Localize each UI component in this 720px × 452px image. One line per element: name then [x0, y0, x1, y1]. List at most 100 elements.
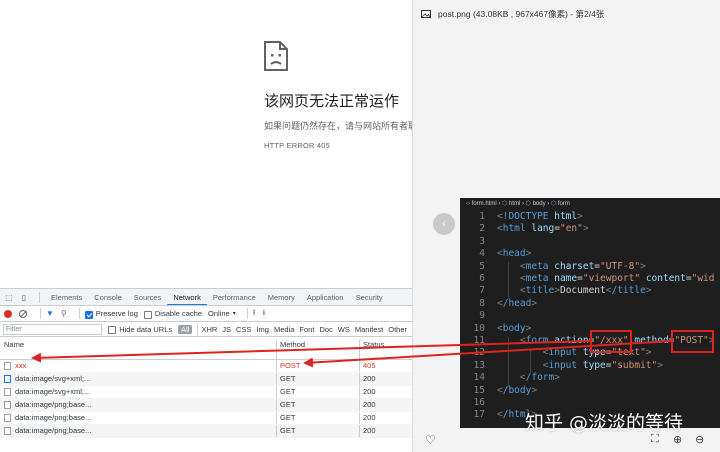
- request-name: data:image/png;base...: [15, 400, 92, 409]
- breadcrumb-html: html: [508, 201, 521, 207]
- filter-type-font[interactable]: Font: [299, 325, 314, 334]
- tab-sources[interactable]: Sources: [128, 289, 168, 305]
- code-text: <title>Document</title>: [519, 285, 652, 297]
- request-name: xxx: [15, 361, 27, 370]
- line-number: 16: [473, 397, 485, 408]
- export-har-icon[interactable]: ⭳: [263, 307, 266, 321]
- preserve-log-checkbox[interactable]: Preserve log: [84, 309, 138, 319]
- error-description: 如果问题仍然存在，请与网站所有者联系。: [264, 121, 412, 131]
- throttling-select[interactable]: Online ▾: [208, 309, 236, 318]
- breadcrumb-form: form: [557, 201, 570, 207]
- filter-icon[interactable]: ▼: [46, 309, 54, 318]
- code-line: 15 </body>: [460, 384, 538, 397]
- devtools-panel: ⬚ ▯ Elements Console Sources Network Per…: [0, 288, 412, 452]
- throttling-value: Online: [208, 309, 230, 318]
- chevron-down-icon: ▾: [232, 311, 236, 317]
- tab-console[interactable]: Console: [88, 289, 128, 305]
- request-status: 200: [363, 413, 376, 422]
- tab-security[interactable]: Security: [350, 289, 389, 305]
- tab-elements[interactable]: Elements: [45, 289, 88, 305]
- filter-input[interactable]: Filter: [3, 323, 103, 335]
- hide-data-urls-label: Hide data URLs: [119, 324, 173, 334]
- line-number: 7: [479, 285, 485, 297]
- heart-icon[interactable]: ♡: [425, 433, 436, 447]
- line-number: 15: [473, 384, 485, 396]
- code-line: 7 <title>Document</title>: [460, 285, 652, 297]
- column-header-name[interactable]: Name: [0, 340, 277, 359]
- request-name: data:image/svg+xml;...: [15, 387, 91, 396]
- code-line: 13 <input type="submit">: [460, 360, 663, 372]
- checkbox-checked-icon[interactable]: [84, 310, 93, 319]
- filter-type-other[interactable]: Other: [388, 325, 407, 334]
- inspect-element-icon[interactable]: ⬚: [4, 292, 14, 302]
- search-icon[interactable]: ⚲: [61, 309, 67, 318]
- html-file-icon: ‹›: [466, 201, 470, 207]
- table-row[interactable]: xxx POST 405: [0, 360, 412, 373]
- error-title: 该网页无法正常运作: [264, 93, 400, 110]
- network-table-header: Name Method Status: [0, 337, 412, 360]
- filter-type-media[interactable]: Media: [274, 325, 294, 334]
- clear-icon[interactable]: [19, 309, 27, 318]
- zoom-out-icon[interactable]: ⊖: [695, 433, 704, 446]
- image-file-icon: [4, 414, 11, 422]
- network-table-body: xxx POST 405 data:image/svg+xml;... GET …: [0, 360, 412, 438]
- line-number: 17: [473, 409, 485, 421]
- tab-network[interactable]: Network: [167, 289, 207, 305]
- request-method: GET: [277, 399, 360, 411]
- import-har-icon[interactable]: ⭱: [253, 307, 256, 321]
- code-text: <!DOCTYPE html>: [497, 211, 583, 222]
- action-highlight-box: [590, 330, 632, 353]
- code-text: <body>: [497, 322, 532, 334]
- tab-memory[interactable]: Memory: [262, 289, 301, 305]
- element-icon: ⬡: [502, 201, 508, 207]
- code-text: </form>: [519, 372, 560, 384]
- indent-guide: [530, 349, 531, 374]
- code-line: 9: [460, 310, 497, 322]
- line-number: 13: [473, 359, 485, 371]
- code-text: <head>: [497, 248, 532, 260]
- table-row[interactable]: data:image/png;base... GET 200: [0, 412, 412, 425]
- checkbox-unchecked-icon[interactable]: [108, 326, 117, 334]
- request-method: GET: [277, 373, 360, 385]
- checkbox-unchecked-icon[interactable]: [143, 310, 152, 319]
- disable-cache-checkbox[interactable]: Disable cache: [143, 309, 202, 319]
- viewer-title-bar: post.png (43.08KB , 967x467像素) - 第2/4张: [421, 7, 604, 21]
- filter-type-css[interactable]: CSS: [236, 325, 251, 334]
- table-row[interactable]: data:image/png;base... GET 200: [0, 425, 412, 438]
- filter-type-img[interactable]: Img: [256, 325, 269, 334]
- table-row[interactable]: data:image/png;base... GET 200: [0, 399, 412, 412]
- device-toolbar-icon[interactable]: ▯: [19, 292, 29, 302]
- filter-type-xhr[interactable]: XHR: [201, 325, 217, 334]
- table-row[interactable]: data:image/svg+xml;... GET 200: [0, 386, 412, 399]
- network-toolbar: ▼ ⚲ Preserve log Disable cache Online ▾ …: [0, 306, 412, 322]
- tab-application[interactable]: Application: [301, 289, 350, 305]
- code-line: 2 <html lang="en">: [460, 223, 588, 235]
- request-status: 405: [363, 361, 376, 370]
- line-number: 4: [479, 248, 485, 260]
- filter-type-ws[interactable]: WS: [338, 325, 350, 334]
- divider: [78, 308, 80, 319]
- column-header-status[interactable]: Status: [360, 340, 412, 359]
- code-line: 6 <meta name="viewport" content="wid: [460, 273, 714, 285]
- code-line: 1 <!DOCTYPE html>: [460, 211, 583, 223]
- image-file-icon: [4, 427, 11, 435]
- tab-performance[interactable]: Performance: [207, 289, 262, 305]
- viewer-title: post.png (43.08KB , 967x467像素) - 第2/4张: [438, 9, 605, 19]
- document-icon: [4, 362, 11, 370]
- previous-image-button[interactable]: ‹: [433, 213, 455, 235]
- hide-data-urls-checkbox[interactable]: Hide data URLs: [108, 325, 172, 334]
- filter-type-manifest[interactable]: Manifest: [355, 325, 383, 334]
- column-header-method[interactable]: Method: [277, 340, 360, 359]
- request-name-cell: data:image/png;base...: [0, 412, 277, 424]
- table-row[interactable]: data:image/svg+xml;... GET 200: [0, 373, 412, 386]
- divider: [246, 308, 248, 319]
- request-status: 200: [363, 400, 376, 409]
- image-file-icon: [4, 388, 11, 396]
- code-screenshot: ‹› form.html › ⬡ html › ⬡ body › ⬡ form …: [460, 198, 720, 428]
- disable-cache-label: Disable cache: [154, 309, 202, 318]
- filter-type-doc[interactable]: Doc: [319, 325, 332, 334]
- request-name-cell: data:image/svg+xml;...: [0, 386, 277, 398]
- filter-type-js[interactable]: JS: [222, 325, 231, 334]
- filter-type-all[interactable]: All: [178, 324, 193, 334]
- record-icon[interactable]: [4, 309, 12, 318]
